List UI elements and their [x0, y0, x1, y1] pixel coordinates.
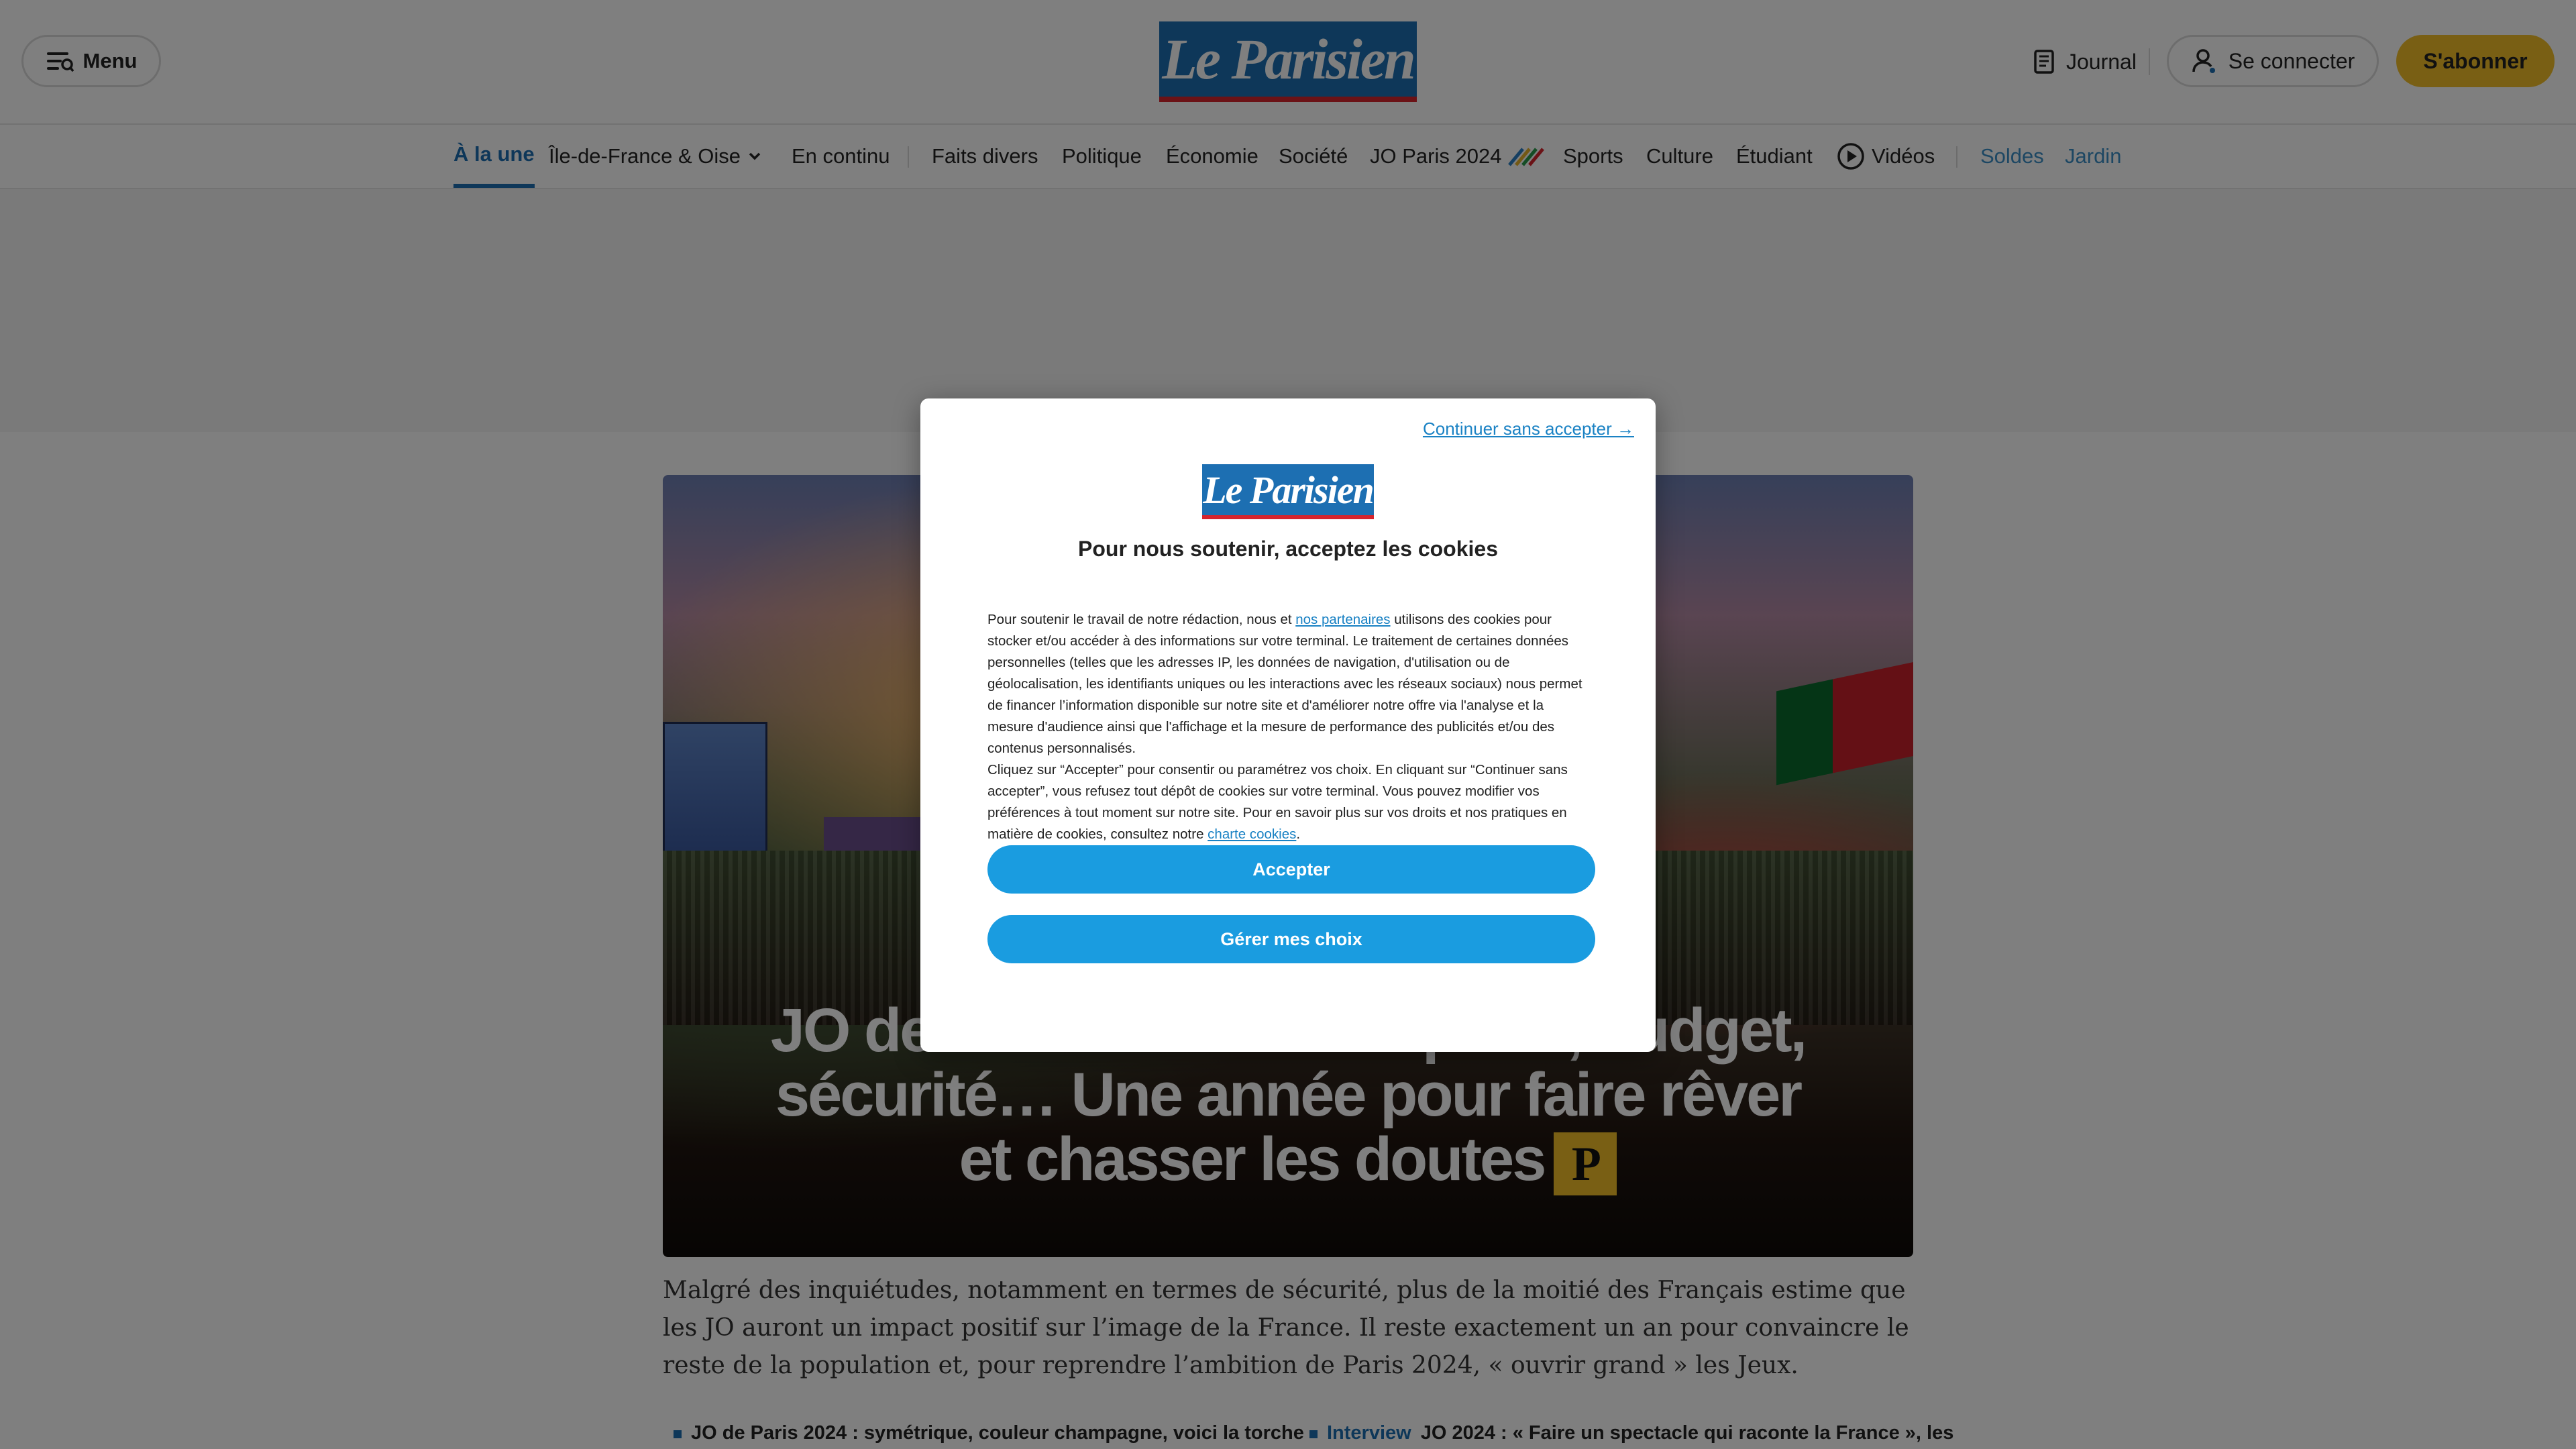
- cookie-consent-dialog: Continuer sans accepter → Le Parisien Po…: [920, 398, 1656, 1052]
- consent-text: Pour soutenir le travail de notre rédact…: [987, 612, 1296, 627]
- cookie-policy-link[interactable]: charte cookies: [1208, 826, 1296, 842]
- consent-text: utilisons des cookies pour stocker et/ou…: [987, 612, 1582, 756]
- continue-without-accepting-link[interactable]: Continuer sans accepter →: [1423, 419, 1634, 439]
- partners-link[interactable]: nos partenaires: [1295, 612, 1390, 627]
- consent-paragraph: Cliquez sur “Accepter” pour consentir ou…: [987, 759, 1591, 845]
- consent-title: Pour nous soutenir, acceptez les cookies: [1078, 537, 1498, 561]
- consent-logo: Le Parisien: [1202, 464, 1375, 519]
- consent-paragraph: Pour soutenir le travail de notre rédact…: [987, 609, 1591, 759]
- consent-text: .: [1296, 826, 1301, 842]
- manage-label: Gérer mes choix: [1220, 928, 1362, 949]
- accept-button[interactable]: Accepter: [987, 845, 1595, 894]
- manage-choices-button[interactable]: Gérer mes choix: [987, 915, 1595, 963]
- consent-body: Pour soutenir le travail de notre rédact…: [987, 609, 1591, 845]
- accept-label: Accepter: [1252, 859, 1330, 879]
- consent-logo-text: Le Parisien: [1203, 468, 1374, 512]
